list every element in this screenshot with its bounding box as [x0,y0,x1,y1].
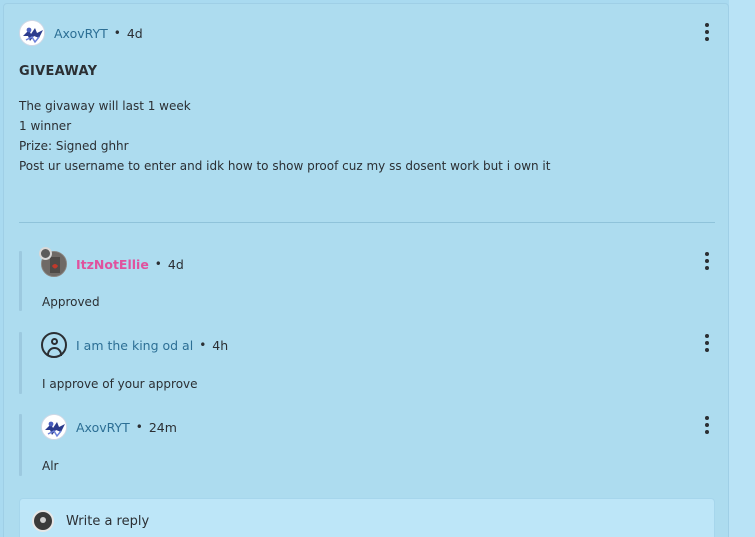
commenter-avatar[interactable] [41,414,67,440]
post-time: 4d [126,25,143,41]
comment-header: AxovRYT • 24m [41,414,177,440]
comment-menu-icon[interactable] [702,252,712,270]
post-line: 1 winner [19,119,72,133]
post-line: Prize: Signed ghhr [19,139,129,153]
post-title: GIVEAWAY [19,64,98,79]
comment-time: 4h [212,337,229,353]
user-circle-icon[interactable] [41,332,67,358]
comment: ItzNotEllie • 4d Approved [19,247,715,315]
separator-dot: • [154,257,162,271]
comment-time: 4d [167,256,184,272]
reply-input[interactable]: Write a reply [19,498,715,537]
post-card: AxovRYT • 4d GIVEAWAY The givaway will l… [3,3,729,537]
post-line: The givaway will last 1 week [19,99,191,113]
comment: AxovRYT • 24m Alr [19,414,715,478]
comment-header: ItzNotEllie • 4d [41,251,184,277]
comment-menu-icon[interactable] [702,334,712,352]
current-user-avatar [32,510,54,532]
separator-dot: • [113,26,121,40]
comment-menu-icon[interactable] [702,416,712,434]
separator-dot: • [199,338,207,352]
comment-text: Approved [42,295,100,309]
comment-text: I approve of your approve [42,377,198,391]
post-header: AxovRYT • 4d [19,19,143,47]
post-body: The givaway will last 1 week 1 winner Pr… [19,96,550,176]
comment-text: Alr [42,459,59,473]
thread-rail [19,414,22,476]
post-menu-icon[interactable] [702,23,712,41]
reply-placeholder: Write a reply [66,513,150,529]
divider [19,222,715,223]
author-name[interactable]: AxovRYT [54,26,108,41]
separator-dot: • [135,420,143,434]
comment-header: I am the king od al • 4h [41,332,228,358]
commenter-name[interactable]: ItzNotEllie [76,257,149,272]
thread-rail [19,332,22,394]
commenter-name[interactable]: I am the king od al [76,338,193,353]
thread-rail [19,251,22,311]
gear-icon [39,247,52,260]
author-avatar[interactable] [19,20,45,46]
post-line: Post ur username to enter and idk how to… [19,159,551,173]
commenter-name[interactable]: AxovRYT [76,420,130,435]
comment-time: 24m [148,419,177,435]
side-panel [729,0,755,537]
comment: I am the king od al • 4h I approve of yo… [19,332,715,396]
